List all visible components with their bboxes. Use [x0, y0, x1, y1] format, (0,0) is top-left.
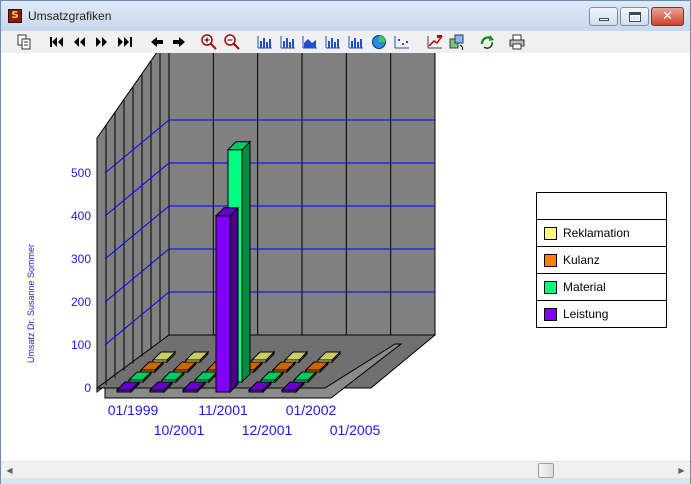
maximize-icon	[629, 12, 641, 22]
scroll-right-button[interactable]: ▶	[673, 462, 690, 479]
print-icon	[509, 34, 525, 50]
arrow-right-icon: ▶	[678, 466, 685, 475]
bar-face	[215, 215, 231, 393]
legend-header	[537, 193, 666, 220]
x-tick-label: 10/2001	[154, 422, 205, 438]
legend-label: Kulanz	[563, 253, 600, 267]
x-tick-label: 11/2001	[198, 402, 248, 418]
x-tick-label: 01/2005	[330, 422, 381, 438]
legend-item-reklamation: Reklamation	[537, 220, 666, 247]
copy-icon	[17, 34, 31, 50]
last-record-button[interactable]	[115, 32, 135, 52]
scatter-chart-icon	[394, 36, 409, 49]
pie-chart-icon	[372, 35, 386, 49]
next-page-icon	[96, 37, 107, 47]
rotate-3d-icon	[449, 34, 464, 51]
close-button[interactable]: ✕	[651, 7, 684, 26]
x-tick-label: 01/1999	[108, 402, 159, 418]
toolbar	[1, 31, 690, 53]
x-tick-label: 12/2001	[242, 422, 293, 438]
y-axis-title: Umsatz Dr. Susanne Sommer	[26, 244, 36, 363]
legend-swatch	[544, 254, 557, 267]
legend-label: Material	[563, 280, 606, 294]
chart-settings-icon	[427, 35, 443, 49]
refresh-button[interactable]	[477, 32, 497, 52]
chart-area: 0 100 200 300 400 500 Umsatz Dr. Susanne Somme…	[1, 53, 690, 461]
chart-legend: Reklamation Kulanz Material Leistung	[536, 192, 667, 328]
bar-chart-3d-icon	[348, 36, 363, 49]
refresh-icon	[480, 35, 494, 49]
next-record-icon	[173, 37, 185, 47]
last-record-icon	[118, 37, 132, 47]
minimize-icon	[599, 18, 609, 21]
legend-swatch	[544, 227, 557, 240]
legend-item-kulanz: Kulanz	[537, 247, 666, 274]
stacked-bar-chart-icon	[325, 36, 340, 49]
zoom-in-icon	[201, 34, 217, 50]
bar-chart-3d-button[interactable]	[346, 32, 366, 52]
y-tick-label: 400	[71, 209, 91, 223]
legend-swatch	[544, 308, 557, 321]
app-icon: S	[8, 9, 22, 23]
scroll-left-button[interactable]: ◀	[1, 462, 18, 479]
previous-record-icon	[151, 37, 163, 47]
chart-settings-button[interactable]	[425, 32, 445, 52]
window-title: Umsatzgrafiken	[28, 9, 112, 23]
stacked-bar-chart-button[interactable]	[323, 32, 343, 52]
legend-item-leistung: Leistung	[537, 301, 666, 328]
print-button[interactable]	[507, 32, 527, 52]
previous-page-button[interactable]	[69, 32, 89, 52]
x-tick-label: 01/2002	[286, 402, 337, 418]
y-tick-label: 0	[84, 381, 91, 395]
bar-chart-icon	[257, 36, 272, 49]
area-chart-icon	[302, 36, 317, 49]
bar-side	[229, 206, 239, 394]
minimize-button[interactable]	[589, 7, 618, 26]
first-record-icon	[50, 37, 63, 47]
pie-chart-button[interactable]	[369, 32, 389, 52]
legend-item-material: Material	[537, 274, 666, 301]
y-tick-label: 500	[71, 166, 91, 180]
legend-label: Reklamation	[563, 226, 630, 240]
y-tick-label: 300	[71, 252, 91, 266]
arrow-left-icon: ◀	[6, 466, 13, 475]
area-chart-button[interactable]	[300, 32, 320, 52]
first-record-button[interactable]	[47, 32, 67, 52]
bar-side	[241, 140, 251, 384]
close-icon: ✕	[662, 9, 673, 24]
grouped-bar-chart-icon	[280, 36, 295, 49]
previous-page-icon	[74, 37, 85, 47]
bar-leistung-12-2001	[214, 206, 240, 394]
y-tick-label: 200	[71, 295, 91, 309]
y-tick-label: 100	[71, 338, 91, 352]
zoom-out-button[interactable]	[222, 32, 242, 52]
next-record-button[interactable]	[169, 32, 189, 52]
title-bar[interactable]: S Umsatzgrafiken ✕	[1, 1, 690, 31]
scatter-chart-button[interactable]	[392, 32, 412, 52]
next-page-button[interactable]	[92, 32, 112, 52]
scroll-thumb[interactable]	[538, 463, 554, 478]
legend-label: Leistung	[563, 307, 609, 321]
previous-record-button[interactable]	[147, 32, 167, 52]
app-window: S Umsatzgrafiken ✕ 0 100 200 300 400 500 Umsat…	[0, 0, 691, 484]
zoom-out-icon	[224, 34, 240, 50]
maximize-button[interactable]	[620, 7, 649, 26]
zoom-in-button[interactable]	[199, 32, 219, 52]
horizontal-scrollbar[interactable]: ◀ ▶	[1, 461, 690, 478]
copy-button[interactable]	[14, 32, 34, 52]
window-bottom-border	[1, 478, 690, 484]
legend-swatch	[544, 281, 557, 294]
grouped-bar-chart-button[interactable]	[278, 32, 298, 52]
bar-chart-button[interactable]	[255, 32, 275, 52]
rotate-3d-button[interactable]	[447, 32, 467, 52]
